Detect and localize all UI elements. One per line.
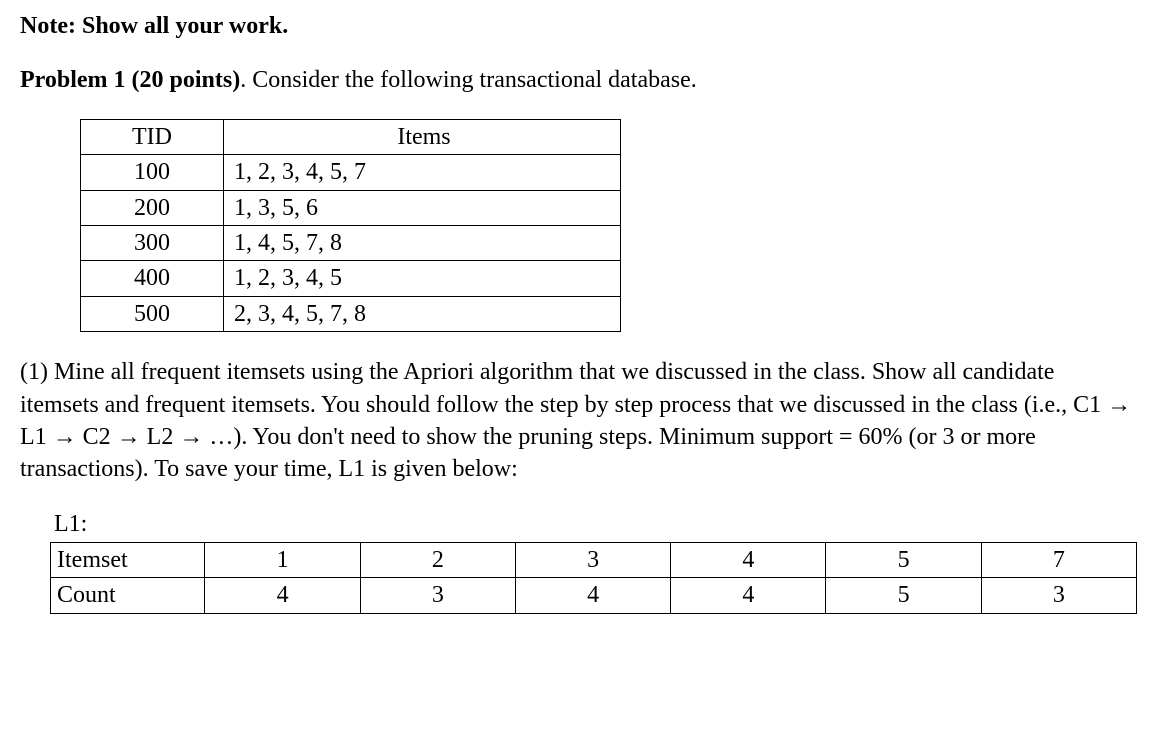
header-items: Items [224, 119, 621, 154]
l1-caption: L1: [54, 508, 1137, 540]
table-row: 200 1, 3, 5, 6 [81, 190, 621, 225]
header-tid: TID [81, 119, 224, 154]
l1-count-row: Count 4 3 4 4 5 3 [51, 578, 1137, 613]
l1-itemset-cell: 5 [826, 543, 981, 578]
cell-items: 2, 3, 4, 5, 7, 8 [224, 296, 621, 331]
cell-tid: 300 [81, 225, 224, 260]
cell-tid: 200 [81, 190, 224, 225]
l1-itemset-cell: 2 [360, 543, 515, 578]
table-row: 100 1, 2, 3, 4, 5, 7 [81, 155, 621, 190]
l1-table: Itemset 1 2 3 4 5 7 Count 4 3 4 4 5 3 [50, 542, 1137, 614]
problem-heading: Problem 1 (20 points) [20, 67, 240, 93]
l1-itemset-cell: 1 [205, 543, 360, 578]
cell-items: 1, 2, 3, 4, 5 [224, 261, 621, 296]
l1-count-cell: 4 [205, 578, 360, 613]
l1-itemset-cell: 7 [981, 543, 1136, 578]
cell-items: 1, 3, 5, 6 [224, 190, 621, 225]
l1-itemset-row: Itemset 1 2 3 4 5 7 [51, 543, 1137, 578]
question-1-text: (1) Mine all frequent itemsets using the… [20, 356, 1137, 486]
l1-count-cell: 5 [826, 578, 981, 613]
note-line: Note: Show all your work. [20, 10, 1137, 42]
l1-itemset-cell: 3 [515, 543, 670, 578]
cell-tid: 400 [81, 261, 224, 296]
problem-intro-rest: . Consider the following transactional d… [240, 67, 697, 93]
l1-itemset-cell: 4 [671, 543, 826, 578]
table-header-row: TID Items [81, 119, 621, 154]
cell-items: 1, 2, 3, 4, 5, 7 [224, 155, 621, 190]
problem-intro: Problem 1 (20 points). Consider the foll… [20, 64, 1137, 96]
transaction-table: TID Items 100 1, 2, 3, 4, 5, 7 200 1, 3,… [80, 119, 621, 332]
cell-items: 1, 4, 5, 7, 8 [224, 225, 621, 260]
l1-block: L1: Itemset 1 2 3 4 5 7 Count 4 3 4 4 5 … [50, 508, 1137, 614]
table-row: 400 1, 2, 3, 4, 5 [81, 261, 621, 296]
cell-tid: 500 [81, 296, 224, 331]
l1-count-cell: 4 [515, 578, 670, 613]
l1-row-label-count: Count [51, 578, 205, 613]
l1-row-label-itemset: Itemset [51, 543, 205, 578]
note-text: Note: Show all your work. [20, 13, 288, 39]
l1-count-cell: 3 [981, 578, 1136, 613]
table-row: 500 2, 3, 4, 5, 7, 8 [81, 296, 621, 331]
cell-tid: 100 [81, 155, 224, 190]
l1-count-cell: 3 [360, 578, 515, 613]
l1-count-cell: 4 [671, 578, 826, 613]
table-row: 300 1, 4, 5, 7, 8 [81, 225, 621, 260]
